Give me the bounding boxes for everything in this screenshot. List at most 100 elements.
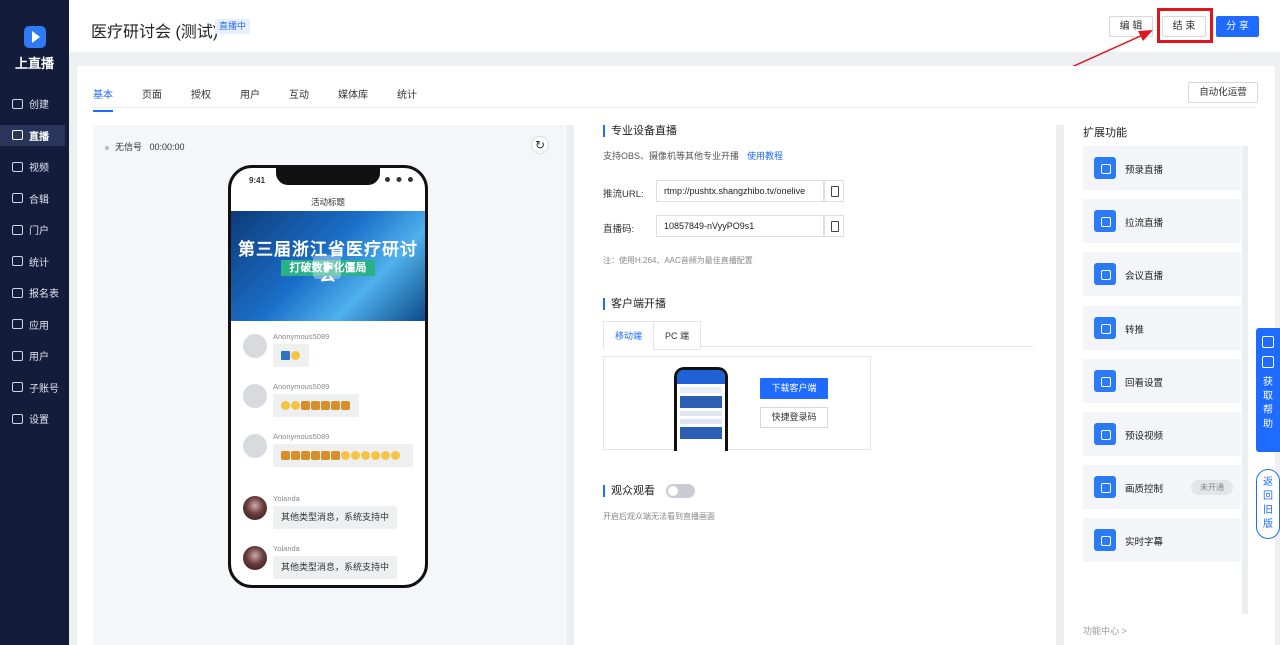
sidebar-item-label: 用户: [29, 352, 49, 363]
function-center-link[interactable]: 功能中心 >: [1083, 624, 1127, 637]
tab-mobile[interactable]: 移动端: [603, 321, 655, 350]
chat-bubble: [273, 344, 309, 367]
phone-activity-title: 活动标题: [310, 197, 345, 207]
status-badge: 直播中: [215, 19, 251, 34]
pie-chart-icon: [12, 256, 23, 266]
extension-label: 画质控制: [1125, 484, 1164, 496]
signal-status: 无信号 00:00:00: [105, 140, 185, 153]
sidebar-item-9[interactable]: 子账号: [0, 377, 69, 398]
preview-scrollbar[interactable]: [566, 125, 574, 645]
client-download-box: 下载客户端 快捷登录码: [603, 356, 871, 451]
sidebar-item-4[interactable]: 门户: [0, 219, 69, 240]
emoji-icon: [311, 451, 320, 461]
record-icon: [1094, 157, 1116, 179]
client-section-title: 客户端开播: [603, 298, 666, 310]
extension-item[interactable]: 转推: [1083, 305, 1241, 350]
emoji-icon: [291, 451, 300, 461]
extension-item[interactable]: 预设视频: [1083, 411, 1241, 456]
monitor-icon: [12, 224, 23, 235]
tab-1[interactable]: 页面: [142, 86, 162, 112]
tutorial-link[interactable]: 使用教程: [747, 151, 783, 161]
phone-status-icons: [385, 177, 413, 182]
get-help-button[interactable]: 获取帮助: [1256, 328, 1280, 452]
film-icon: [12, 161, 23, 172]
audience-toggle[interactable]: [666, 484, 695, 498]
extension-item[interactable]: 拉流直播: [1083, 199, 1241, 244]
tab-bar: 基本 页面 授权 用户 互动 媒体库 统计: [93, 86, 446, 112]
sidebar-item-8[interactable]: 用户: [0, 345, 69, 366]
stream-key-field[interactable]: 10857849-nVyyPO9s1: [656, 215, 824, 237]
back-to-old-version-button[interactable]: 返回旧版: [1256, 469, 1280, 539]
emoji-icon: [341, 451, 350, 461]
settings-scrollbar[interactable]: [1056, 125, 1064, 645]
chat-username: Anonymous5089: [273, 332, 330, 341]
extension-item[interactable]: 实时字幕: [1083, 518, 1241, 563]
subtitle-icon: [1094, 529, 1116, 552]
sidebar-item-label: 统计: [29, 257, 49, 269]
phone-preview: 9:41 活动标题 第三届浙江省医疗研讨会 打破数字化僵局 Anonymous5…: [228, 165, 428, 588]
download-icon: [1262, 336, 1274, 348]
edit-button[interactable]: 编 辑: [1109, 16, 1153, 37]
avatar: [243, 334, 267, 358]
copy-key-icon[interactable]: [824, 215, 844, 237]
push-url-field[interactable]: rtmp://pushtx.shangzhibo.tv/onelive: [656, 180, 824, 202]
extension-item[interactable]: 会议直播: [1083, 252, 1241, 297]
extension-item[interactable]: 回看设置: [1083, 358, 1241, 403]
share-button[interactable]: 分 享: [1216, 16, 1259, 37]
signal-dot-icon: [105, 145, 109, 150]
download-client-button[interactable]: 下载客户端: [760, 378, 828, 399]
sidebar-item-label: 设置: [29, 415, 49, 426]
sidebar-item-label: 直播: [29, 131, 49, 143]
auto-ops-button[interactable]: 自动化运营: [1188, 82, 1258, 103]
avatar: [243, 546, 267, 570]
avatar: [243, 434, 267, 458]
form-icon: [12, 287, 23, 298]
plus-square-icon: [12, 98, 23, 109]
sidebar-item-10[interactable]: 设置: [0, 408, 69, 429]
extension-label: 预录直播: [1125, 165, 1164, 176]
replay-icon: [1094, 369, 1116, 392]
tab-3[interactable]: 用户: [240, 86, 260, 112]
get-help-label: 获取帮助: [1263, 377, 1273, 430]
extension-label: 实时字幕: [1125, 537, 1164, 549]
client-tabs: 移动端 PC 端: [603, 321, 702, 350]
emoji-icon: [281, 351, 290, 361]
chat-bubble: 其他类型消息，系统支持中: [273, 506, 398, 529]
sidebar-item-1[interactable]: 直播: [0, 124, 65, 146]
sidebar-item-5[interactable]: 统计: [0, 251, 69, 272]
sidebar-item-label: 子账号: [29, 383, 59, 395]
extension-label: 拉流直播: [1125, 218, 1164, 230]
play-icon[interactable]: [313, 255, 341, 279]
tab-pc[interactable]: PC 端: [653, 321, 702, 350]
tab-5[interactable]: 媒体库: [338, 86, 368, 112]
sidebar-item-3[interactable]: 合辑: [0, 188, 69, 209]
extension-item[interactable]: 画质控制 未开通: [1083, 465, 1241, 510]
logo[interactable]: 上直播: [0, 26, 69, 72]
copy-url-icon[interactable]: [824, 180, 844, 202]
chat-username: Yolanda: [273, 544, 300, 553]
avatar: [243, 496, 267, 520]
sidebar-item-2[interactable]: 视频: [0, 156, 69, 177]
quick-login-code-button[interactable]: 快捷登录码: [760, 407, 828, 428]
sidebar-item-7[interactable]: 应用: [0, 314, 69, 335]
emoji-icon: [301, 401, 310, 411]
extensions-scrollbar[interactable]: [1242, 146, 1248, 614]
tab-2[interactable]: 授权: [191, 86, 211, 112]
header: 医疗研讨会 (测试) 直播中 编 辑 结 束 分 享: [69, 0, 1280, 52]
tab-0[interactable]: 基本: [93, 86, 113, 112]
sidebar-item-0[interactable]: 创建: [0, 93, 69, 114]
main-content: 基本 页面 授权 用户 互动 媒体库 统计 自动化运营 无信号 00:00:00 ↻ 9:4…: [77, 66, 1275, 645]
tab-divider: [93, 107, 1256, 108]
refresh-icon[interactable]: ↻: [531, 136, 549, 154]
tab-4[interactable]: 互动: [289, 86, 309, 112]
client-tab-line: [701, 346, 1033, 347]
sidebar-item-label: 视频: [29, 163, 49, 174]
stream-timer: 00:00:00: [149, 142, 185, 152]
hd-icon: [1094, 476, 1116, 499]
sidebar-item-6[interactable]: 报名表: [0, 282, 69, 303]
tab-6[interactable]: 统计: [397, 86, 417, 112]
chat-bubble: [273, 394, 359, 417]
pro-section-title: 专业设备直播: [603, 125, 677, 137]
extension-item[interactable]: 预录直播: [1083, 146, 1241, 190]
collection-icon: [12, 193, 23, 203]
